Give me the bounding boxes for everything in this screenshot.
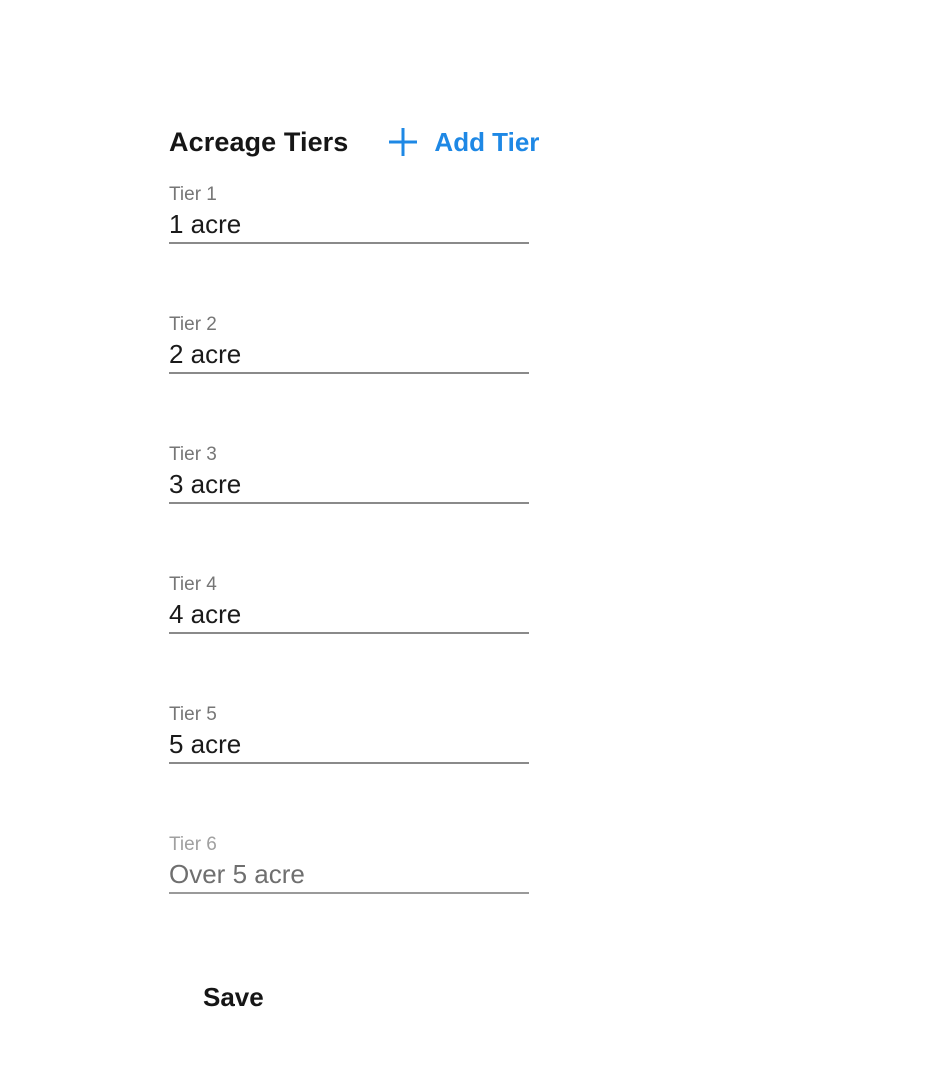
tier-label: Tier 4 bbox=[169, 574, 217, 595]
tier-field-4: Tier 4 bbox=[169, 574, 529, 652]
tier-input[interactable] bbox=[169, 726, 529, 764]
tier-label: Tier 2 bbox=[169, 314, 217, 335]
section-title: Acreage Tiers bbox=[169, 126, 349, 157]
form-header: Acreage Tiers Add Tier bbox=[169, 120, 569, 164]
save-button[interactable]: Save bbox=[203, 982, 264, 1013]
tier-field-5: Tier 5 bbox=[169, 704, 529, 782]
tier-field-6: Tier 6 bbox=[169, 834, 529, 912]
tier-field-3: Tier 3 bbox=[169, 444, 529, 522]
plus-icon bbox=[389, 128, 418, 156]
tier-label: Tier 6 bbox=[169, 834, 217, 855]
tier-input[interactable] bbox=[169, 206, 529, 244]
tier-label: Tier 3 bbox=[169, 444, 217, 465]
add-tier-label: Add Tier bbox=[434, 126, 540, 157]
tier-input[interactable] bbox=[169, 466, 529, 504]
tier-input[interactable] bbox=[169, 336, 529, 374]
tier-field-1: Tier 1 bbox=[169, 184, 529, 262]
tier-input[interactable] bbox=[169, 596, 529, 634]
tier-label: Tier 1 bbox=[169, 184, 217, 205]
tier-field-2: Tier 2 bbox=[169, 314, 529, 392]
tier-label: Tier 5 bbox=[169, 704, 217, 725]
acreage-tiers-form: Acreage Tiers Add Tier Tier 1 Tier 2 Tie… bbox=[169, 120, 569, 894]
add-tier-button[interactable]: Add Tier bbox=[388, 127, 539, 158]
tier-input-disabled bbox=[169, 856, 529, 894]
